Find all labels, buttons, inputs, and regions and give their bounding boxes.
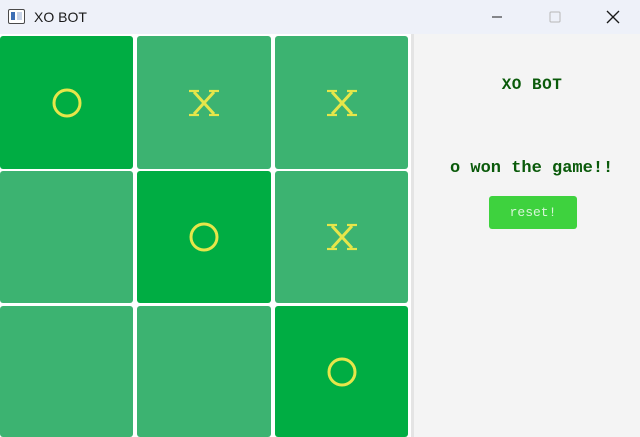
game-status: o won the game!! xyxy=(450,159,614,178)
board-cell-2-2[interactable] xyxy=(137,171,271,303)
title-bar[interactable]: XO BOT xyxy=(0,0,640,34)
reset-button[interactable]: reset! xyxy=(489,196,577,229)
minimize-icon xyxy=(492,16,502,18)
minimize-button[interactable] xyxy=(474,0,520,34)
board-cell-1-3[interactable] xyxy=(275,36,408,169)
o-mark-icon xyxy=(52,88,81,117)
board-cell-1-1[interactable] xyxy=(0,36,133,169)
app-icon xyxy=(8,9,25,24)
panel-title: XO BOT xyxy=(501,76,563,94)
game-board xyxy=(0,34,411,437)
side-panel: XO BOT o won the game!! reset! xyxy=(414,34,640,437)
board-cell-1-2[interactable] xyxy=(137,36,271,169)
window-title: XO BOT xyxy=(34,9,87,25)
maximize-button[interactable] xyxy=(532,0,578,34)
maximize-icon xyxy=(549,11,561,23)
o-mark-icon xyxy=(327,357,356,386)
board-cell-3-1[interactable] xyxy=(0,306,133,437)
app-window: XO BOT XO BOT o won the game!! reset! xyxy=(0,0,640,437)
o-mark-icon xyxy=(189,222,219,252)
close-button[interactable] xyxy=(590,0,636,34)
board-cell-2-3[interactable] xyxy=(275,171,408,303)
board-cell-3-2[interactable] xyxy=(137,306,271,437)
board-cell-3-3[interactable] xyxy=(275,306,408,437)
x-mark-icon xyxy=(189,89,219,116)
board-cell-2-1[interactable] xyxy=(0,171,133,303)
x-mark-icon xyxy=(326,223,357,251)
close-icon xyxy=(606,10,620,24)
x-mark-icon xyxy=(326,89,357,116)
